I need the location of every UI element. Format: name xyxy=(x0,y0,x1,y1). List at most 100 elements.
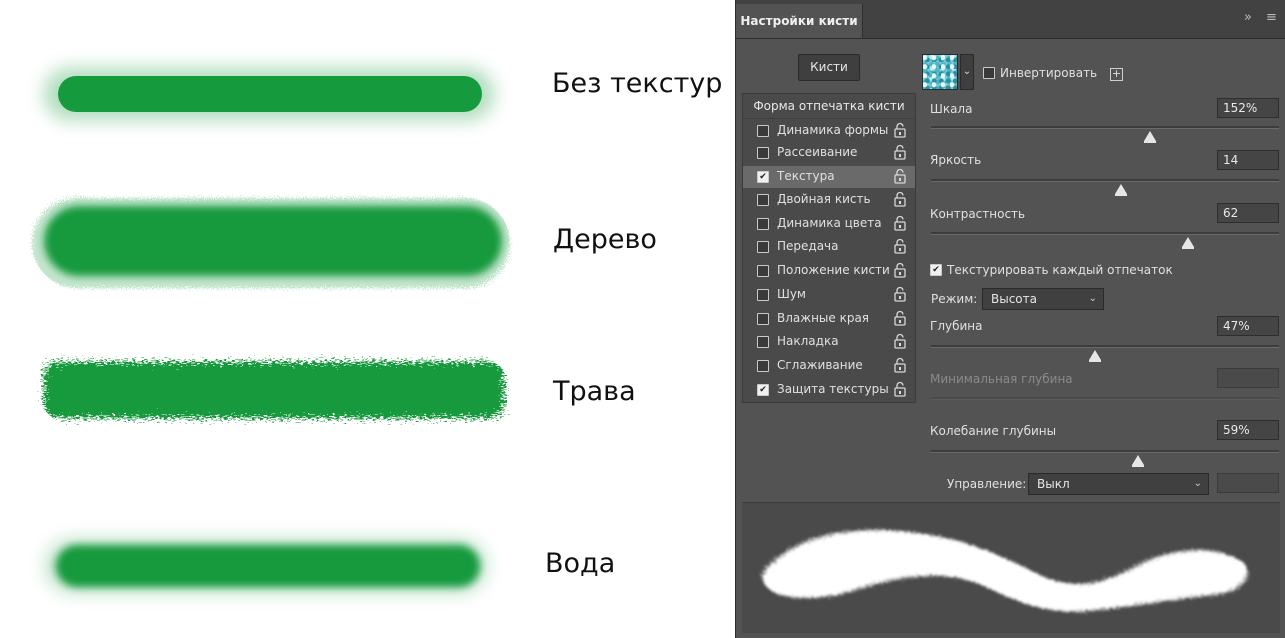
list-item-option[interactable]: Сглаживание xyxy=(743,355,915,377)
list-item-option[interactable]: Рассеивание xyxy=(743,142,915,164)
texture-pattern-swatch[interactable] xyxy=(922,54,958,90)
control-label: Управление: xyxy=(947,477,1027,491)
list-item-option[interactable]: Влажные края xyxy=(743,308,915,330)
lock-icon[interactable] xyxy=(893,381,907,397)
list-item-option[interactable]: Положение кисти xyxy=(743,260,915,282)
lock-icon[interactable] xyxy=(893,357,907,373)
control-select[interactable]: Выкл ⌄ xyxy=(1028,473,1209,495)
contrast-slider-track[interactable] xyxy=(931,232,1279,235)
brightness-label: Яркость xyxy=(930,153,982,167)
option-label: Двойная кисть xyxy=(777,192,871,206)
option-label: Передача xyxy=(777,239,839,253)
list-item-option[interactable]: Динамика формы xyxy=(743,120,915,142)
list-item-option[interactable]: ✔ Защита текстуры xyxy=(743,379,915,401)
list-item-option[interactable]: ✔ Текстура xyxy=(743,166,915,188)
brightness-field[interactable]: 14 xyxy=(1217,150,1279,170)
option-checkbox[interactable] xyxy=(757,289,769,301)
depth-field[interactable]: 47% xyxy=(1217,316,1279,336)
brushes-button[interactable]: Кисти xyxy=(798,54,860,81)
min-depth-slider-track xyxy=(931,397,1279,400)
list-item-option[interactable]: Накладка xyxy=(743,331,915,353)
texture-each-tip-checkbox[interactable]: ✔ xyxy=(930,264,942,276)
list-item-option[interactable]: Передача xyxy=(743,236,915,258)
depth-jitter-field[interactable]: 59% xyxy=(1217,420,1279,440)
lock-icon[interactable] xyxy=(893,238,907,254)
option-checkbox[interactable] xyxy=(757,241,769,253)
invert-checkbox[interactable] xyxy=(983,67,995,79)
texture-each-tip-label: Текстурировать каждый отпечаток xyxy=(947,263,1173,277)
list-item-option[interactable]: Шум xyxy=(743,284,915,306)
scale-slider-thumb[interactable] xyxy=(1144,131,1157,143)
depth-slider-track[interactable] xyxy=(931,345,1279,348)
label-water: Вода xyxy=(545,548,616,579)
option-label: Рассеивание xyxy=(777,145,858,159)
tab-brush-settings[interactable]: Настройки кисти xyxy=(736,4,863,38)
option-checkbox[interactable] xyxy=(757,313,769,325)
option-checkbox[interactable]: ✔ xyxy=(757,171,769,183)
stroke-grass xyxy=(44,362,504,418)
mode-select[interactable]: Высота ⌄ xyxy=(982,288,1104,310)
depth-jitter-slider-thumb[interactable] xyxy=(1132,455,1145,467)
chevron-down-icon: ⌄ xyxy=(1193,478,1202,489)
lock-icon[interactable] xyxy=(893,215,907,231)
brush-settings-panel: Настройки кисти » ≡ Кисти Форма отпечатк… xyxy=(735,0,1285,638)
lock-icon[interactable] xyxy=(893,262,907,278)
control-select-value: Выкл xyxy=(1037,477,1070,491)
option-label: Текстура xyxy=(777,169,835,183)
option-label: Сглаживание xyxy=(777,358,863,372)
mode-select-value: Высота xyxy=(991,292,1037,306)
lock-icon[interactable] xyxy=(893,191,907,207)
min-depth-field xyxy=(1217,368,1279,388)
lock-icon[interactable] xyxy=(893,310,907,326)
list-item-brush-tip-shape[interactable]: Форма отпечатка кисти xyxy=(743,94,915,119)
lock-icon[interactable] xyxy=(893,144,907,160)
texture-dropdown-chevron-icon[interactable]: ⌄ xyxy=(960,54,974,90)
option-checkbox[interactable] xyxy=(757,125,769,137)
panel-menu-icon[interactable]: ≡ xyxy=(1266,10,1277,25)
stroke-wood xyxy=(32,198,510,288)
depth-jitter-label: Колебание глубины xyxy=(930,424,1057,438)
option-label: Влажные края xyxy=(777,311,870,325)
collapse-panel-icon[interactable]: » xyxy=(1244,10,1252,25)
contrast-slider-thumb[interactable] xyxy=(1181,237,1194,249)
list-item-option[interactable]: Динамика цвета xyxy=(743,213,915,235)
option-label: Динамика цвета xyxy=(777,216,882,230)
option-label: Защита текстуры xyxy=(777,382,889,396)
invert-label: Инвертировать xyxy=(1000,66,1098,80)
brightness-slider-thumb[interactable] xyxy=(1115,184,1127,196)
min-depth-label: Минимальная глубина xyxy=(930,372,1073,386)
option-label: Положение кисти xyxy=(777,263,890,277)
depth-jitter-slider-track[interactable] xyxy=(931,450,1279,453)
stroke-water xyxy=(46,540,486,592)
scale-field[interactable]: 152% xyxy=(1217,98,1279,118)
chevron-down-icon: ⌄ xyxy=(1088,293,1097,304)
option-checkbox[interactable] xyxy=(757,360,769,372)
option-checkbox[interactable] xyxy=(757,194,769,206)
lock-icon[interactable] xyxy=(893,286,907,302)
brightness-slider-track[interactable] xyxy=(931,179,1279,182)
option-checkbox[interactable] xyxy=(757,265,769,277)
control-extra-field xyxy=(1217,473,1279,493)
lock-icon[interactable] xyxy=(893,333,907,349)
option-label: Шум xyxy=(777,287,806,301)
lock-icon[interactable] xyxy=(893,122,907,138)
add-pattern-icon[interactable]: + xyxy=(1110,68,1123,81)
mode-label: Режим: xyxy=(931,292,978,306)
contrast-field[interactable]: 62 xyxy=(1217,203,1279,223)
option-checkbox[interactable] xyxy=(757,147,769,159)
brush-stroke-preview xyxy=(742,502,1280,633)
scale-label: Шкала xyxy=(930,102,973,116)
lock-icon[interactable] xyxy=(893,168,907,184)
list-item-option[interactable]: Двойная кисть xyxy=(743,189,915,211)
depth-label: Глубина xyxy=(930,319,983,333)
scale-slider-track[interactable] xyxy=(931,126,1279,129)
brush-stroke-examples: Без текстур Дерево Трава Вода xyxy=(0,0,735,638)
label-no-texture: Без текстур xyxy=(552,68,723,99)
depth-slider-thumb[interactable] xyxy=(1089,350,1102,362)
option-checkbox[interactable] xyxy=(757,336,769,348)
label-wood: Дерево xyxy=(553,224,657,255)
option-checkbox[interactable] xyxy=(757,218,769,230)
option-label: Динамика формы xyxy=(777,123,889,137)
option-checkbox[interactable]: ✔ xyxy=(757,384,769,396)
panel-tab-bar: Настройки кисти » ≡ xyxy=(736,0,1285,39)
